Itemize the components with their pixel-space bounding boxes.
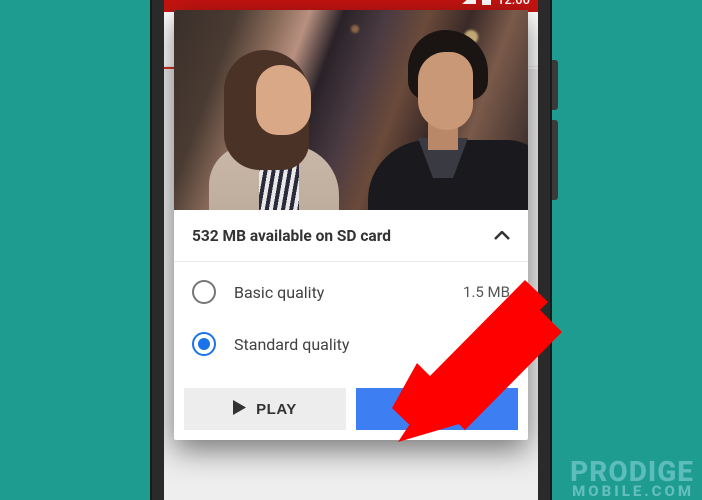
screen: 12:00 YouTube Go <box>164 0 538 500</box>
save-label: SAVE <box>429 401 471 418</box>
option-size: 12 <box>493 335 510 353</box>
option-label: Basic quality <box>234 283 445 302</box>
watermark: PRODIGE MOBILE.COM <box>570 459 694 498</box>
volume-buttons <box>552 120 558 200</box>
option-label: Standard quality <box>234 335 475 354</box>
quality-option-standard[interactable]: Standard quality 12 <box>174 318 528 370</box>
phone-frame: 12:00 YouTube Go <box>150 0 552 500</box>
download-sheet: 532 MB available on SD card Basic qualit… <box>174 10 528 440</box>
power-button <box>552 60 558 110</box>
status-time: 12:00 <box>497 0 530 8</box>
chevron-up-icon <box>494 226 510 245</box>
play-label: PLAY <box>256 401 297 418</box>
save-button[interactable]: SAVE <box>356 388 518 430</box>
play-icon <box>233 400 246 419</box>
play-button[interactable]: PLAY <box>184 388 346 430</box>
option-size: 1.5 MB <box>463 283 510 301</box>
quality-option-basic[interactable]: Basic quality 1.5 MB <box>174 266 528 318</box>
radio-icon <box>192 280 216 304</box>
battery-icon <box>482 0 491 9</box>
action-bar: PLAY SAVE <box>174 378 528 440</box>
radio-icon-selected <box>192 332 216 356</box>
storage-toggle[interactable]: 532 MB available on SD card <box>174 210 528 262</box>
video-thumbnail <box>174 10 528 210</box>
quality-options: Basic quality 1.5 MB Standard quality 12 <box>174 262 528 378</box>
storage-text: 532 MB available on SD card <box>192 227 391 245</box>
signal-icon <box>462 0 476 8</box>
download-icon <box>403 399 419 419</box>
